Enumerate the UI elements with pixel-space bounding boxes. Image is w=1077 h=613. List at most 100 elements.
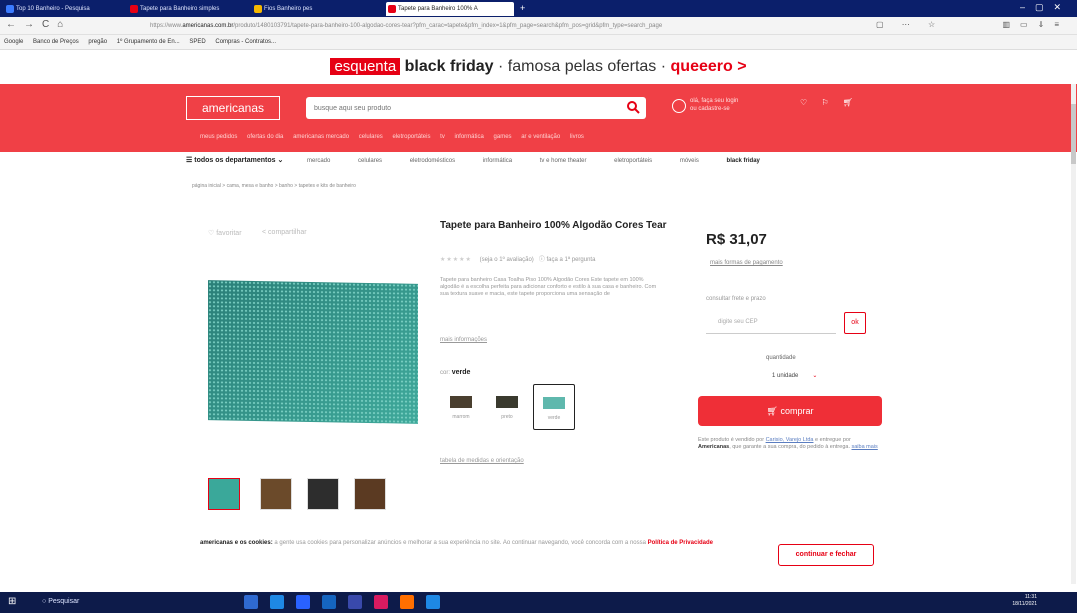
rating-link[interactable]: (seja o 1º avaliação) [480, 257, 534, 263]
promo-middle: · famosa pelas ofertas · [493, 58, 671, 75]
saiba-mais-link[interactable]: saiba mais [852, 444, 878, 450]
search-box [306, 97, 646, 119]
product-price: R$ 31,07 [706, 231, 767, 248]
color-swatch-preto[interactable]: preto [486, 384, 528, 430]
breadcrumb[interactable]: página inicial > cama, mesa e banho > ba… [192, 183, 356, 189]
product-thumbnail[interactable] [307, 478, 339, 510]
nav-buttons[interactable]: ←→C⌂ [6, 19, 71, 30]
cart-icon: 🛒︎ [766, 406, 781, 416]
dept-item[interactable]: móveis [680, 158, 699, 164]
product-main-image[interactable] [208, 280, 418, 424]
tab-fios[interactable]: Fios Banheiro pes [252, 2, 372, 16]
search-icon[interactable] [626, 100, 640, 114]
seller-link[interactable]: Carisio, Varejo Ltda [766, 437, 814, 443]
promo-banner[interactable]: esquenta black friday · famosa pelas ofe… [0, 50, 1077, 84]
bookmark-compras[interactable]: Compras - Contratos... [215, 39, 276, 45]
bookmark-sped[interactable]: SPED [189, 39, 205, 45]
dept-item[interactable]: eletrodomésticos [410, 158, 455, 164]
privacy-policy-link[interactable]: Política de Privacidade [648, 540, 713, 546]
submenu-item[interactable]: livros [570, 134, 584, 140]
tab-tapete-simples[interactable]: Tapete para Banheiro simples [128, 2, 248, 16]
color-swatch-verde[interactable]: verde [533, 384, 575, 430]
rating-row: ★★★★★ (seja o 1º avaliação) ⓘ faça a 1ª … [440, 254, 595, 263]
dept-item[interactable]: informática [483, 158, 512, 164]
bookmarks-bar: Google Banco de Preços pregão 1º Grupame… [0, 35, 1077, 50]
submenu-item[interactable]: ofertas do dia [247, 134, 283, 140]
americanas-logo[interactable]: americanas [186, 96, 280, 120]
product-thumbnail[interactable] [260, 478, 292, 510]
site-icon [254, 5, 262, 13]
window-controls[interactable]: –▢✕ [1020, 2, 1071, 13]
submenu-item[interactable]: ar e ventilação [521, 134, 560, 140]
cookie-accept-button[interactable]: continuar e fechar [778, 544, 874, 566]
department-nav: ☰ todos os departamentos ⌄ mercado celul… [186, 152, 886, 169]
app-icon[interactable] [374, 595, 388, 609]
folder-icon[interactable] [322, 595, 336, 609]
submenu-item[interactable]: tv [440, 134, 445, 140]
browser-tab-bar: Top 10 Banheiro - Pesquisa Tapete para B… [0, 0, 1077, 17]
question-icon: ⓘ [538, 257, 545, 263]
rating-stars-icon: ★★★★★ [440, 257, 472, 263]
size-table-link[interactable]: tabela de medidas e orientação [440, 458, 524, 464]
header-icons[interactable]: ♡ ⚐ 🛒︎ [800, 98, 859, 107]
americanas-icon [130, 5, 138, 13]
tab-active-product[interactable]: Tapete para Banheiro 100% A [386, 2, 514, 16]
dept-item[interactable]: celulares [358, 158, 382, 164]
submenu-item[interactable]: americanas mercado [293, 134, 349, 140]
mail-icon[interactable] [348, 595, 362, 609]
bookmark-google[interactable]: Google [4, 39, 23, 45]
product-description: Tapete para banheiro Casa Toalha Piso 10… [440, 277, 657, 297]
bookmark-banco-precos[interactable]: Banco de Preços [33, 39, 79, 45]
buy-button[interactable]: 🛒︎ comprar [698, 396, 882, 426]
windows-taskbar [0, 592, 1077, 613]
question-link[interactable]: faça a 1ª pergunta [547, 257, 596, 263]
favorite-button[interactable]: ♡ favoritar [208, 229, 242, 237]
product-thumbnail[interactable] [208, 478, 240, 510]
cep-ok-button[interactable]: ok [844, 312, 866, 334]
share-button[interactable]: < compartilhar [262, 229, 307, 236]
url-field[interactable]: https://www.americanas.com.br/produto/14… [150, 20, 870, 32]
product-title: Tapete para Banheiro 100% Algodão Cores … [440, 220, 667, 231]
store-icon[interactable] [296, 595, 310, 609]
submenu-item[interactable]: meus pedidos [200, 134, 237, 140]
page-actions-icon[interactable]: ▢ ⋯ ☆ [876, 20, 943, 29]
search-input[interactable] [314, 100, 614, 116]
chevron-down-icon: ⌄ [812, 373, 818, 379]
bookmark-grupamento[interactable]: 1º Grupamento de En... [117, 39, 180, 45]
dept-item[interactable]: mercado [307, 158, 330, 164]
submenu-item[interactable]: informática [455, 134, 484, 140]
ie-icon[interactable] [270, 595, 284, 609]
firefox-icon[interactable] [400, 595, 414, 609]
word-icon[interactable] [426, 595, 440, 609]
edge-icon[interactable] [244, 595, 258, 609]
payment-options-link[interactable]: mais formas de pagamento [710, 260, 783, 266]
cep-input[interactable]: digite seu CEP [706, 310, 836, 334]
system-clock[interactable]: 11:31 18/11/2021 [1012, 594, 1037, 608]
login-area[interactable]: olá, faça seu login ou cadastre-se [672, 97, 738, 113]
more-info-link[interactable]: mais informações [440, 337, 487, 343]
taskbar-search[interactable]: ○ Pesquisar [42, 598, 79, 605]
americanas-icon [388, 5, 396, 13]
toolbar-icons[interactable]: ▥▭⇓≡ [1003, 20, 1070, 29]
seller-info: Este produto é vendido por Carisio, Vare… [698, 437, 878, 450]
windows-start-icon[interactable]: ⊞ [8, 596, 20, 608]
new-tab-button[interactable]: + [520, 3, 525, 13]
submenu-item[interactable]: celulares [359, 134, 383, 140]
user-icon [672, 99, 686, 113]
promo-cta: queeero > [670, 58, 747, 75]
color-swatch-marrom[interactable]: marrom [440, 384, 482, 430]
submenu-item[interactable]: eletroportáteis [392, 134, 430, 140]
quantity-select[interactable]: 1 unidade ⌄ [772, 372, 817, 379]
product-thumbnail[interactable] [354, 478, 386, 510]
dept-item[interactable]: tv e home theater [540, 158, 587, 164]
address-bar-row: ←→C⌂ https://www.americanas.com.br/produ… [0, 17, 1077, 35]
tab-search[interactable]: Top 10 Banheiro - Pesquisa [4, 2, 124, 16]
submenu-item[interactable]: games [494, 134, 512, 140]
all-departments-menu[interactable]: ☰ todos os departamentos ⌄ [186, 157, 283, 164]
bookmark-pregao[interactable]: pregão [88, 39, 107, 45]
header-submenu: meus pedidos ofertas do dia americanas m… [200, 134, 900, 140]
dept-item[interactable]: eletroportáteis [614, 158, 652, 164]
promo-bf: black friday [404, 58, 494, 75]
page-scrollbar[interactable] [1071, 84, 1076, 584]
dept-black-friday[interactable]: black friday [727, 158, 760, 164]
